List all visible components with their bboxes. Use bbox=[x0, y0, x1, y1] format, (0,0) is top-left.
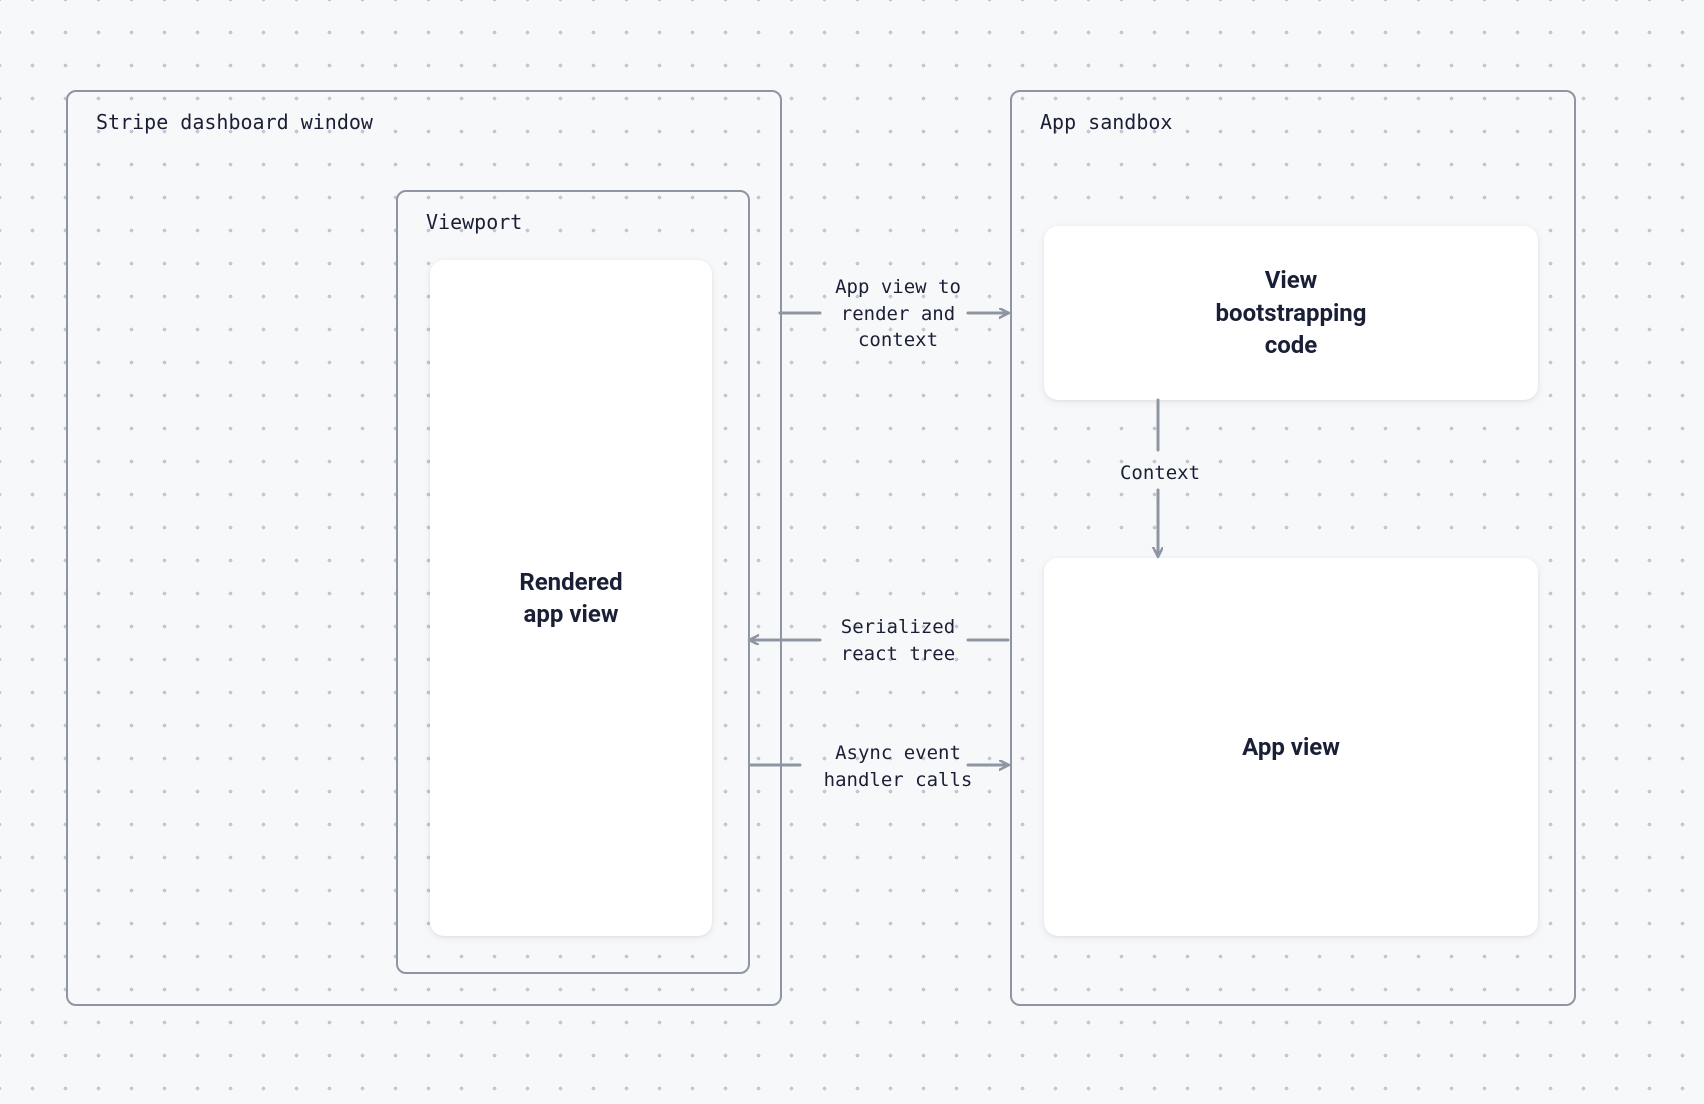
vb-line1: View bbox=[1265, 266, 1318, 294]
e4-l2: handler calls bbox=[824, 769, 973, 791]
e1-l2: render and bbox=[841, 303, 955, 325]
label-app-sandbox: App sandbox bbox=[1040, 110, 1172, 134]
e3-l1: Serialized bbox=[841, 616, 955, 638]
view-bootstrapping-text: View bootstrapping code bbox=[1216, 264, 1367, 361]
rendered-line1: Rendered bbox=[519, 568, 622, 596]
vb-line3: code bbox=[1265, 331, 1318, 359]
rendered-app-view-text: Rendered app view bbox=[519, 566, 622, 631]
diagram-canvas: Stripe dashboard window Viewport Rendere… bbox=[0, 0, 1704, 1104]
rendered-line2: app view bbox=[524, 600, 619, 628]
e1-l3: context bbox=[858, 329, 938, 351]
label-viewport: Viewport bbox=[426, 210, 522, 234]
edge-label-app-view-to-render: App view to render and context bbox=[818, 274, 978, 354]
e2-l1: Context bbox=[1120, 462, 1200, 484]
av-line1: App view bbox=[1242, 733, 1340, 761]
node-rendered-app-view: Rendered app view bbox=[430, 260, 712, 936]
e3-l2: react tree bbox=[841, 643, 955, 665]
edge-label-async-event: Async event handler calls bbox=[813, 740, 983, 793]
e4-l1: Async event bbox=[835, 742, 961, 764]
edge-label-serialized-react: Serialized react tree bbox=[818, 614, 978, 667]
e1-l1: App view to bbox=[835, 276, 961, 298]
vb-line2: bootstrapping bbox=[1216, 299, 1367, 327]
app-view-text: App view bbox=[1242, 731, 1340, 763]
edge-label-context: Context bbox=[1100, 460, 1220, 487]
label-stripe-dashboard: Stripe dashboard window bbox=[96, 110, 373, 134]
node-app-view: App view bbox=[1044, 558, 1538, 936]
node-view-bootstrapping: View bootstrapping code bbox=[1044, 226, 1538, 400]
